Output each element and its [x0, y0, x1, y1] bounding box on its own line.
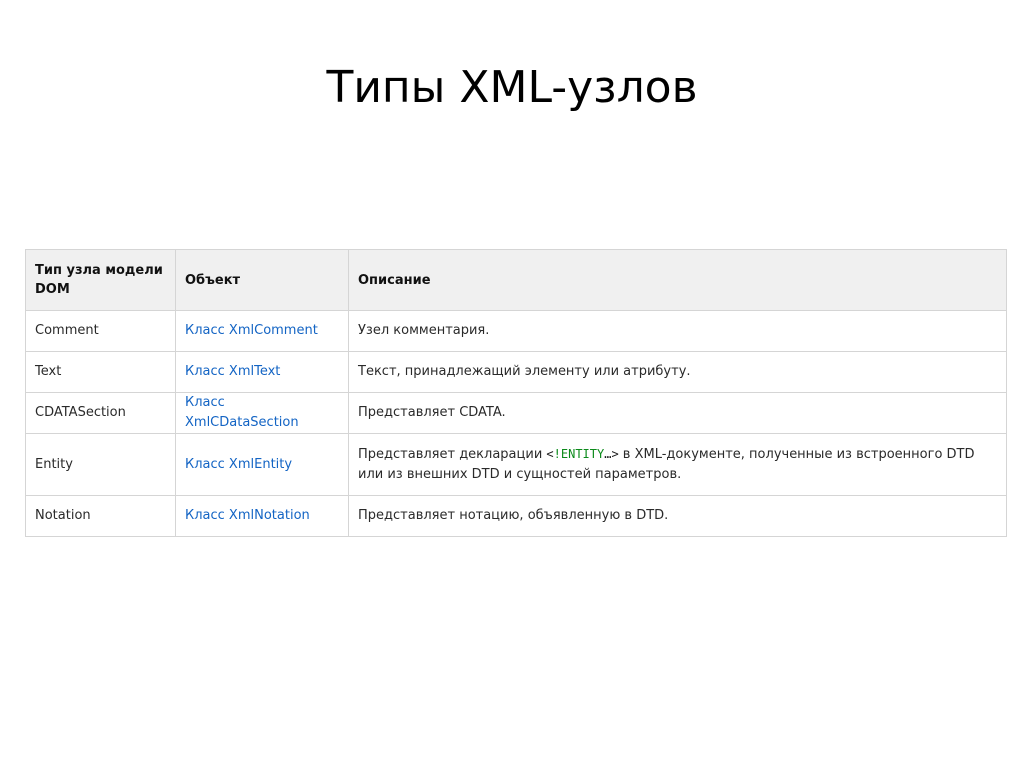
- cell-object: Класс XmlComment: [175, 310, 349, 352]
- cell-object: Класс XmlNotation: [175, 495, 349, 537]
- node-types-table-container: Тип узла модели DOM Объект Описание Comm…: [25, 249, 1007, 537]
- cell-node-type: Entity: [25, 433, 176, 496]
- column-header-object: Объект: [175, 249, 349, 311]
- object-link[interactable]: Класс XmlNotation: [185, 508, 310, 523]
- table-row: Notation Класс XmlNotation Представляет …: [25, 495, 1007, 537]
- code-open-bracket: <: [546, 447, 554, 461]
- table-row: Entity Класс XmlEntity Представляет декл…: [25, 433, 1007, 496]
- table-row: Text Класс XmlText Текст, принадлежащий …: [25, 351, 1007, 393]
- column-header-description: Описание: [348, 249, 1007, 311]
- cell-description: Представляет декларации <!ENTITY…> в XML…: [348, 433, 1007, 496]
- entity-code-snippet: <!ENTITY…>: [546, 447, 618, 461]
- table-header-row: Тип узла модели DOM Объект Описание: [25, 249, 1007, 311]
- cell-node-type: CDATASection: [25, 392, 176, 434]
- cell-node-type: Notation: [25, 495, 176, 537]
- table-header: Тип узла модели DOM Объект Описание: [25, 249, 1007, 311]
- slide-title: Типы XML-узлов: [326, 62, 698, 113]
- cell-description: Узел комментария.: [348, 310, 1007, 352]
- description-text-before: Представляет декларации: [358, 447, 547, 462]
- object-link[interactable]: Класс XmlCDataSection: [185, 395, 299, 430]
- table-row: CDATASection Класс XmlCDataSection Предс…: [25, 392, 1007, 434]
- table-body: Comment Класс XmlComment Узел комментари…: [25, 310, 1007, 537]
- cell-object: Класс XmlCDataSection: [175, 392, 349, 434]
- object-link[interactable]: Класс XmlComment: [185, 323, 318, 338]
- cell-object: Класс XmlText: [175, 351, 349, 393]
- object-link[interactable]: Класс XmlText: [185, 364, 280, 379]
- node-types-table: Тип узла модели DOM Объект Описание Comm…: [25, 249, 1007, 537]
- cell-description: Текст, принадлежащий элементу или атрибу…: [348, 351, 1007, 393]
- column-header-node-type: Тип узла модели DOM: [25, 249, 176, 311]
- object-link[interactable]: Класс XmlEntity: [185, 457, 292, 472]
- code-close-bracket: …>: [604, 447, 619, 461]
- code-entity-keyword: !ENTITY: [553, 447, 605, 461]
- cell-description: Представляет нотацию, объявленную в DTD.: [348, 495, 1007, 537]
- cell-description: Представляет CDATA.: [348, 392, 1007, 434]
- table-row: Comment Класс XmlComment Узел комментари…: [25, 310, 1007, 352]
- cell-node-type: Text: [25, 351, 176, 393]
- cell-node-type: Comment: [25, 310, 176, 352]
- cell-object: Класс XmlEntity: [175, 433, 349, 496]
